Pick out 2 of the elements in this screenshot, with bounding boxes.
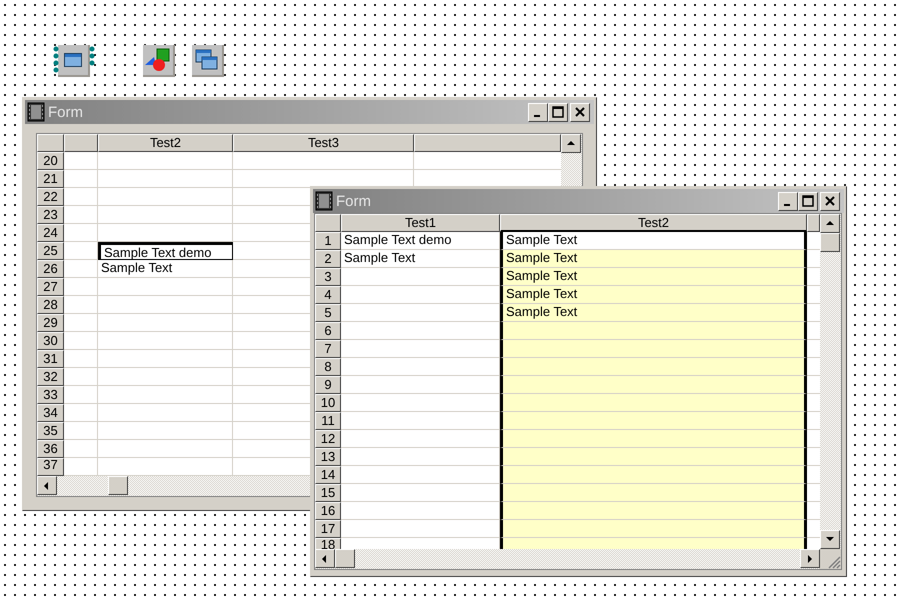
window-title: Form	[336, 194, 371, 208]
window-title: Form	[48, 104, 83, 120]
